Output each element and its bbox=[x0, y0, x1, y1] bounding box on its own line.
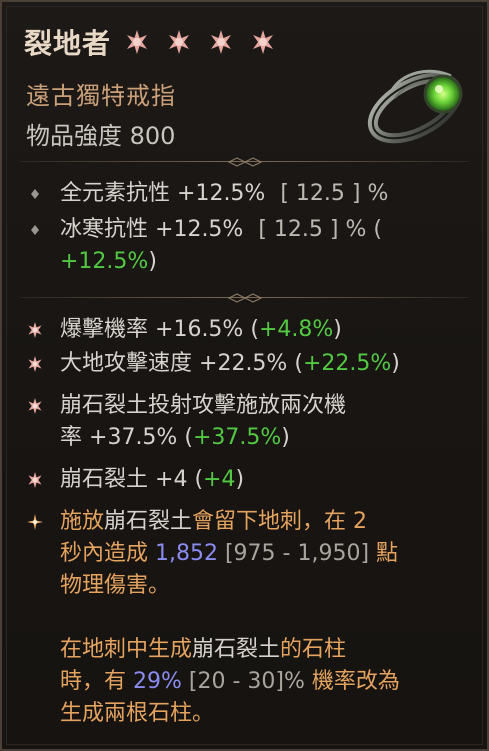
ancient-star-icon bbox=[253, 30, 274, 54]
power-text: 的石柱 bbox=[280, 637, 347, 662]
power-text: 點 bbox=[369, 541, 399, 566]
ancient-star-icon bbox=[211, 30, 232, 54]
affix-value: +4 bbox=[155, 467, 188, 492]
divider-ornament-icon bbox=[227, 157, 262, 167]
unique-power: 施放崩石裂土會留下地刺，在 2 秒內造成 1,852 [975 - 1,950]… bbox=[26, 506, 469, 738]
power-text: 生成兩根石柱。 bbox=[60, 701, 215, 726]
rarity-stars bbox=[123, 28, 277, 56]
affix-bonus: +4 bbox=[203, 467, 236, 492]
section-divider bbox=[20, 156, 469, 168]
implicit-value: +12.5% bbox=[155, 217, 244, 242]
implicit-row: 全元素抗性 +12.5% [ 12.5 ] % bbox=[26, 178, 469, 210]
ancient-star-icon bbox=[127, 30, 148, 54]
power-text: 施放 bbox=[60, 509, 105, 534]
affix-label: 崩石裂土 bbox=[60, 467, 149, 492]
implicit-close: ) bbox=[148, 249, 157, 274]
affix-row: 崩石裂土 +4 (+4) bbox=[26, 464, 469, 496]
affix-label: 爆擊機率 bbox=[60, 317, 149, 342]
affix-close: ) bbox=[235, 467, 245, 492]
implicit-value: +12.5% bbox=[177, 181, 266, 206]
power-text: 在地刺中生成 bbox=[60, 637, 193, 662]
unique-power-text: 施放崩石裂土會留下地刺，在 2 秒內造成 1,852 [975 - 1,950]… bbox=[60, 506, 469, 730]
title-row: 裂地者 bbox=[24, 22, 277, 62]
affix-value: +22.5% bbox=[199, 351, 288, 376]
power-roll-value: 29% bbox=[133, 669, 182, 694]
ancient-star-icon bbox=[169, 30, 190, 54]
implicit-row: 冰寒抗性 +12.5% [ 12.5 ] % ( +12.5%) bbox=[26, 214, 469, 278]
affix-label-cont: 率 bbox=[60, 425, 83, 450]
item-type: 遠古獨特戒指 bbox=[26, 82, 176, 110]
affix-value: +16.5% bbox=[155, 317, 244, 342]
implicit-label: 冰寒抗性 bbox=[60, 217, 149, 242]
power-roll-value: 1,852 bbox=[155, 541, 218, 566]
power-text: 秒內造成 bbox=[60, 541, 155, 566]
power-roll-range: [20 - 30]% bbox=[181, 669, 305, 694]
affix-label: 崩石裂土投射攻擊施放兩次機 bbox=[60, 393, 347, 418]
power-skill-name: 崩石裂土 bbox=[104, 509, 193, 534]
diamond-bullet-icon bbox=[31, 225, 39, 235]
implicit-range: [ 12.5 ] % bbox=[280, 181, 389, 206]
affix-row: 崩石裂土投射攻擊施放兩次機 率 +37.5% (+37.5%) bbox=[26, 390, 469, 454]
implicit-range: [ 12.5 ] % ( bbox=[258, 217, 382, 242]
implicit-label: 全元素抗性 bbox=[60, 181, 171, 206]
section-divider bbox=[20, 292, 469, 304]
greater-affix-star-icon bbox=[28, 322, 42, 338]
affix-close: ) bbox=[391, 351, 400, 376]
affix-open: ( bbox=[294, 351, 303, 376]
item-name: 裂地者 bbox=[24, 27, 112, 60]
affix-bonus: +22.5% bbox=[302, 351, 392, 376]
power-text: 機率改為 bbox=[304, 669, 400, 694]
affix-open: ( bbox=[184, 425, 193, 450]
item-power: 物品強度 800 bbox=[26, 116, 175, 151]
affix-bonus: +4.8% bbox=[258, 317, 334, 342]
power-skill-name: 崩石裂土 bbox=[192, 637, 281, 662]
power-text: 物理傷害。 bbox=[60, 573, 171, 598]
greater-affix-star-icon bbox=[28, 356, 42, 372]
affix-label: 大地攻擊速度 bbox=[60, 351, 193, 376]
power-text: 時，有 bbox=[60, 669, 133, 694]
item-power-label: 物品強度 bbox=[26, 122, 122, 150]
affix-close: ) bbox=[281, 425, 290, 450]
divider-ornament-icon bbox=[227, 293, 262, 303]
item-tooltip: 裂地者 遠古獨特戒指 物品強度 800 全元素抗性 +12.5% [12.5 … bbox=[0, 0, 489, 751]
unique-power-star-icon bbox=[27, 514, 43, 530]
affix-close: ) bbox=[333, 317, 342, 342]
tooltip-header: 裂地者 遠古獨特戒指 物品強度 800 bbox=[2, 2, 487, 152]
greater-affix-star-icon bbox=[28, 472, 42, 488]
power-text: 會留下地刺，在 2 bbox=[192, 509, 368, 534]
affix-row: 爆擊機率 +16.5% (+4.8%) bbox=[26, 314, 469, 346]
greater-affix-star-icon bbox=[28, 398, 42, 414]
implicit-bonus: +12.5% bbox=[60, 249, 149, 274]
affix-bonus: +37.5% bbox=[192, 425, 282, 450]
power-roll-range: [975 - 1,950] bbox=[217, 541, 370, 566]
item-power-value: 800 bbox=[129, 122, 176, 150]
affix-open: ( bbox=[194, 467, 204, 492]
affix-value: +37.5% bbox=[89, 425, 178, 450]
affix-row: 大地攻擊速度 +22.5% (+22.5%) bbox=[26, 348, 469, 380]
ring-icon bbox=[367, 69, 463, 144]
affix-open: ( bbox=[250, 317, 259, 342]
diamond-bullet-icon bbox=[31, 189, 39, 199]
